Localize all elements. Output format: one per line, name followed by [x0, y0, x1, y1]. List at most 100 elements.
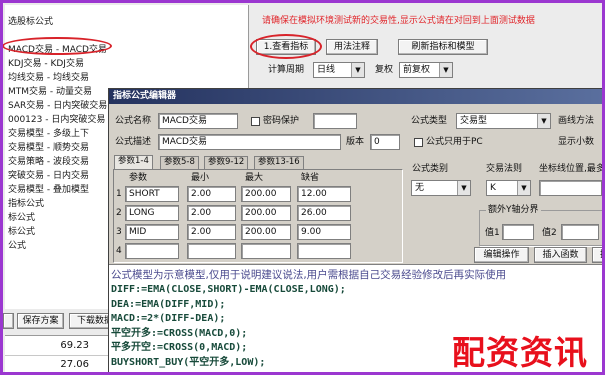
param-name-input[interactable]: SHORT — [125, 186, 179, 202]
code-line[interactable]: MACD:=2*(DIFF-DEA); — [111, 312, 225, 326]
password-checkbox[interactable] — [251, 117, 260, 126]
tab-params-5-8[interactable]: 参数5-8 — [160, 156, 199, 169]
value1-input[interactable] — [502, 224, 534, 240]
param-header-max: 最大 — [245, 173, 264, 183]
param-name-input[interactable]: LONG — [125, 205, 179, 221]
param-max-input[interactable]: 200.00 — [241, 224, 291, 240]
period-select[interactable]: 日线 ▼ — [313, 62, 365, 78]
value2-label: 值2 — [542, 228, 557, 238]
view-indicator-button[interactable]: 1.查看指标 — [256, 39, 316, 55]
chevron-down-icon[interactable]: ▼ — [457, 181, 470, 195]
tree-item[interactable]: 均线交易 - 均线交易 — [8, 72, 89, 84]
param-name-input[interactable] — [125, 243, 179, 259]
code-line[interactable]: DEA:=EMA(DIFF,MID); — [111, 298, 225, 312]
tree-item[interactable]: 指标公式 — [8, 198, 44, 210]
tree-item[interactable]: 交易模型 - 多级上下 — [8, 128, 89, 140]
param-max-input[interactable] — [241, 243, 291, 259]
param-row-number: 3 — [116, 227, 122, 237]
param-max-input[interactable]: 200.00 — [241, 186, 291, 202]
partial-button[interactable] — [3, 313, 14, 329]
period-label: 计算周期 — [268, 65, 305, 75]
trade-rule-label: 交易法则 — [486, 164, 523, 174]
warning-notice: 请确保在模拟环境测试新的交易性,显示公式请在对回到上面测试数据 — [262, 16, 535, 26]
refresh-indicators-button[interactable]: 刷新指标和模型 — [398, 39, 488, 55]
formula-category-label: 公式类别 — [412, 164, 449, 174]
password-input[interactable] — [313, 113, 357, 129]
insert-resource-button[interactable]: 插入资源 — [592, 247, 604, 263]
param-name-input[interactable]: MID — [125, 224, 179, 240]
tab-params-1-4[interactable]: 参数1-4 — [114, 155, 153, 169]
param-default-input[interactable] — [297, 243, 351, 259]
pc-only-checkbox[interactable] — [414, 138, 423, 147]
tree-item[interactable]: MTM交易 - 动量交易 — [8, 86, 92, 98]
formula-category-select[interactable]: 无 ▼ — [411, 180, 471, 196]
usage-notes-button[interactable]: 用法注释 — [326, 39, 378, 55]
param-row-number: 2 — [116, 208, 122, 218]
code-comment: 公式模型为示意模型,仅用于说明建议说法,用户需根据自己交易经验修改后再实际使用 — [111, 269, 507, 281]
formula-type-select[interactable]: 交易型 ▼ — [456, 113, 551, 129]
tree-item[interactable]: 交易策略 - 波段交易 — [8, 156, 89, 168]
formula-desc-input[interactable]: MACD交易 — [158, 134, 341, 150]
tree-item[interactable]: 选股标公式 — [8, 16, 53, 28]
tree-item[interactable]: 000123 - 日内突破交易 — [8, 114, 105, 126]
chevron-down-icon[interactable]: ▼ — [351, 63, 364, 77]
tab-params-13-16[interactable]: 参数13-16 — [254, 156, 304, 169]
chevron-down-icon[interactable]: ▼ — [517, 181, 530, 195]
chevron-down-icon[interactable]: ▼ — [537, 114, 550, 128]
param-max-input[interactable]: 200.00 — [241, 205, 291, 221]
decimal-label: 显示小数 — [558, 137, 595, 147]
code-line[interactable]: BUYSHORT_BUY(平空开多,LOW); — [111, 356, 265, 370]
watermark-text: 配资资讯 — [452, 333, 588, 372]
param-row-number: 1 — [116, 189, 122, 199]
adjust-select[interactable]: 前复权 ▼ — [399, 62, 453, 78]
param-min-input[interactable] — [187, 243, 236, 259]
chevron-down-icon[interactable]: ▼ — [439, 63, 452, 77]
code-line[interactable]: 平空开多:=CROSS(MACD,0); — [111, 327, 247, 341]
param-row-number: 4 — [116, 246, 122, 256]
trade-rule-value: K — [490, 183, 496, 193]
tree-item[interactable]: 交易模型 - 叠加模型 — [8, 184, 89, 196]
formula-type-label: 公式类型 — [411, 116, 448, 126]
axis-position-input[interactable] — [539, 180, 602, 196]
formula-desc-label: 公式描述 — [115, 137, 152, 147]
tree-item[interactable]: 标公式 — [8, 226, 35, 238]
tree-item[interactable]: 标公式 — [8, 212, 35, 224]
insert-function-button[interactable]: 插入函数 — [534, 247, 587, 263]
trade-rule-select[interactable]: K ▼ — [486, 180, 531, 196]
param-min-input[interactable]: 2.00 — [187, 224, 236, 240]
tab-params-9-12[interactable]: 参数9-12 — [204, 156, 249, 169]
draw-method-label: 画线方法 — [558, 116, 595, 126]
formula-name-label: 公式名称 — [115, 116, 152, 126]
value2-input[interactable] — [561, 224, 599, 240]
tree-item[interactable]: 交易模型 - 顺势交易 — [8, 142, 89, 154]
adjust-label: 复权 — [375, 65, 394, 75]
code-line[interactable]: 平多开空:=CROSS(0,MACD); — [111, 341, 247, 355]
formula-category-value: 无 — [415, 183, 425, 193]
code-line[interactable]: DIFF:=EMA(CLOSE,SHORT)-EMA(CLOSE,LONG); — [111, 283, 346, 297]
version-input[interactable]: 0 — [370, 134, 400, 150]
param-header-name: 参数 — [129, 173, 148, 183]
period-value: 日线 — [317, 65, 336, 75]
tree-item[interactable]: 突破交易 - 日内交易 — [8, 170, 89, 182]
dialog-title[interactable]: 指标公式编辑器 — [109, 89, 604, 104]
param-min-input[interactable]: 2.00 — [187, 186, 236, 202]
tree-item-selected[interactable]: MACD交易 - MACD交易 — [8, 44, 107, 56]
param-header-min: 最小 — [191, 173, 210, 183]
param-default-input[interactable]: 9.00 — [297, 224, 351, 240]
row-divider — [5, 355, 109, 356]
value1-label: 值1 — [485, 228, 500, 238]
table-cell: 69.23 — [60, 340, 89, 351]
edit-operation-button[interactable]: 编辑操作 — [474, 247, 529, 263]
result-table: 69.23 27.06 — [5, 335, 109, 375]
table-cell: 27.06 — [60, 359, 89, 370]
formula-type-value: 交易型 — [460, 116, 488, 126]
formula-name-input[interactable]: MACD交易 — [158, 113, 238, 129]
param-header-default: 缺省 — [301, 173, 320, 183]
tree-item[interactable]: KDJ交易 - KDJ交易 — [8, 58, 84, 70]
param-default-input[interactable]: 26.00 — [297, 205, 351, 221]
param-min-input[interactable]: 2.00 — [187, 205, 236, 221]
tree-item[interactable]: 公式 — [8, 240, 26, 252]
save-scheme-button[interactable]: 保存方案 — [17, 313, 64, 329]
tree-item[interactable]: SAR交易 - 日内突破交易 — [8, 100, 107, 112]
param-default-input[interactable]: 12.00 — [297, 186, 351, 202]
